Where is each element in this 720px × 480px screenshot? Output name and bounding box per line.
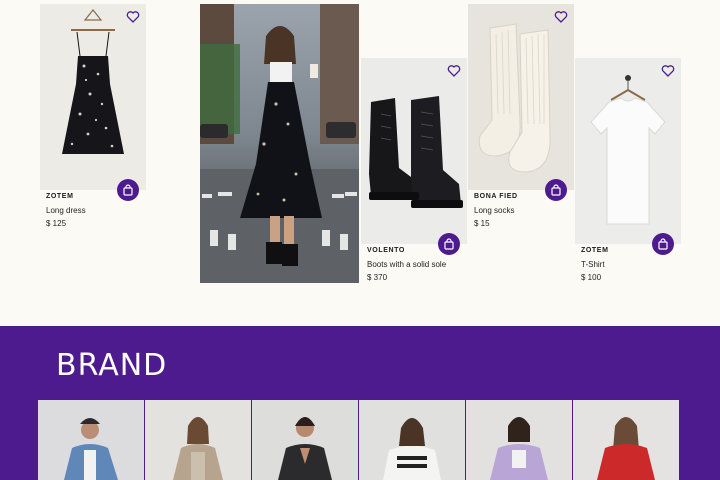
favorite-heart-icon[interactable] — [661, 64, 675, 78]
boots-illustration — [369, 96, 463, 208]
add-to-bag-button[interactable] — [117, 179, 139, 201]
add-to-bag-button[interactable] — [545, 179, 567, 201]
shopping-bag-icon — [658, 238, 668, 250]
product-card-long-dress[interactable]: ZOTEM Long dress $ 125 — [40, 4, 146, 234]
favorite-heart-icon[interactable] — [447, 64, 461, 78]
product-brand: BONA FIED — [474, 193, 518, 200]
product-name[interactable]: Long dress — [46, 206, 86, 216]
shopping-bag-icon — [551, 184, 561, 196]
brand-model-tile-slogan-tee[interactable] — [359, 400, 465, 480]
product-image-boots[interactable] — [361, 58, 467, 244]
product-price: $ 125 — [46, 219, 67, 228]
add-to-bag-button[interactable] — [652, 233, 674, 255]
shopping-bag-icon — [123, 184, 133, 196]
product-brand: VOLENTO — [367, 247, 405, 254]
product-brand: ZOTEM — [46, 193, 74, 200]
dress-illustration — [62, 9, 124, 154]
product-card-t-shirt[interactable]: ZOTEM T-Shirt $ 100 — [575, 58, 681, 288]
brand-section: BRAND — [0, 326, 720, 480]
product-name[interactable]: Boots with a solid sole — [367, 260, 446, 270]
product-name[interactable]: T-Shirt — [581, 260, 609, 270]
brand-model-tile-beige[interactable] — [145, 400, 251, 480]
t-shirt-illustration — [590, 75, 666, 225]
brand-section-title: BRAND — [56, 348, 168, 383]
favorite-heart-icon[interactable] — [554, 10, 568, 24]
product-price: $ 100 — [581, 273, 602, 282]
product-brand: ZOTEM — [581, 247, 609, 254]
lifestyle-image-street[interactable] — [200, 4, 359, 283]
product-card-long-socks[interactable]: BONA FIED Long socks $ 15 — [468, 4, 574, 234]
product-card-boots[interactable]: VOLENTO Boots with a solid sole $ 370 — [361, 58, 467, 288]
lifestyle-photo-card[interactable] — [200, 4, 359, 283]
favorite-heart-icon[interactable] — [126, 10, 140, 24]
product-price: $ 15 — [474, 219, 490, 228]
product-price: $ 370 — [367, 273, 388, 282]
product-name[interactable]: Long socks — [474, 206, 518, 216]
product-image-socks[interactable] — [468, 4, 574, 190]
brand-model-tile-lavender[interactable] — [466, 400, 572, 480]
socks-illustration — [478, 23, 551, 173]
brand-model-tile-denim[interactable] — [38, 400, 144, 480]
brand-model-tile-blazer[interactable] — [252, 400, 358, 480]
street-scene-illustration — [200, 4, 359, 283]
brand-model-tile-red-sweater[interactable] — [573, 400, 679, 480]
product-image-t-shirt[interactable] — [575, 58, 681, 244]
product-image-long-dress[interactable] — [40, 4, 146, 190]
